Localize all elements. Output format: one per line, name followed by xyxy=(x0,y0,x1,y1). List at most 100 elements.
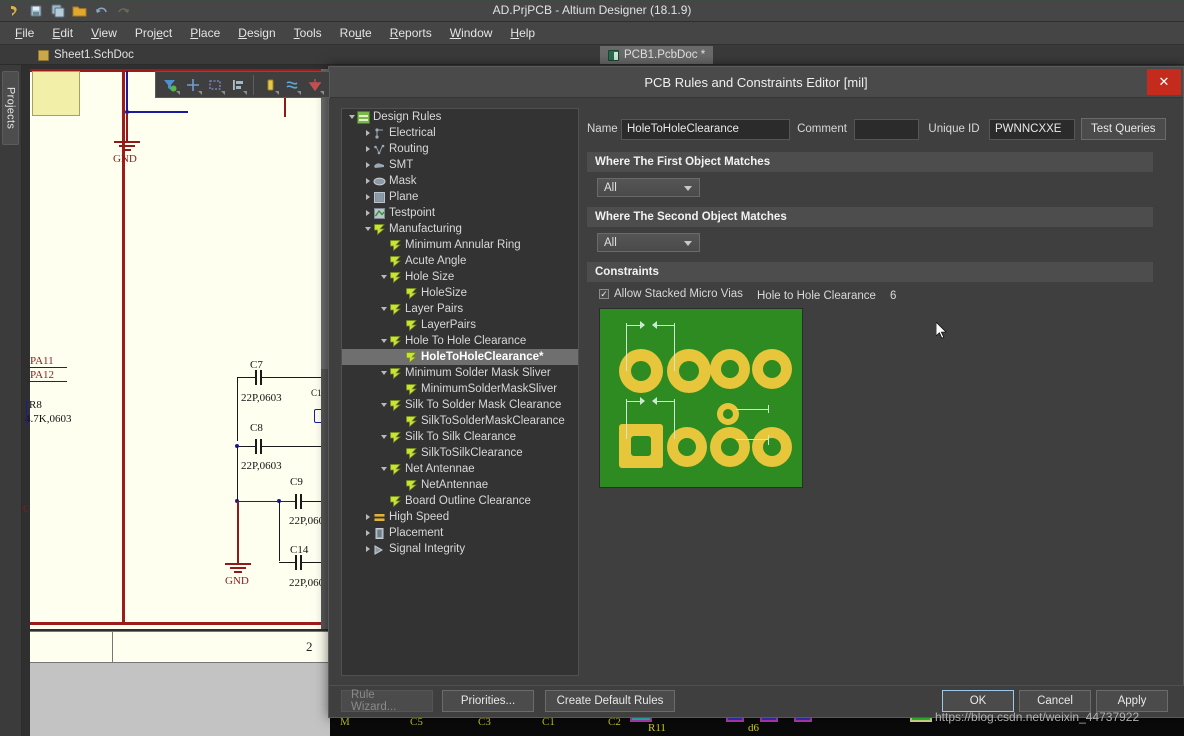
tree-item-minimum-annular-ring[interactable]: Minimum Annular Ring xyxy=(342,237,578,253)
tree-item-signal-integrity[interactable]: Signal Integrity xyxy=(342,541,578,557)
close-icon[interactable]: ✕ xyxy=(1147,69,1181,95)
chevron-down-icon[interactable] xyxy=(378,333,389,349)
menu-help[interactable]: Help xyxy=(501,23,544,43)
tree-item-acute-angle[interactable]: Acute Angle xyxy=(342,253,578,269)
tree-item-label: MinimumSolderMaskSliver xyxy=(421,383,557,395)
menu-route[interactable]: Route xyxy=(331,23,381,43)
select-filter-icon[interactable] xyxy=(160,74,181,96)
rules-tree[interactable]: Design RulesElectricalRouting SMT MaskPlan… xyxy=(341,108,579,676)
rule-comment-input[interactable] xyxy=(854,119,919,140)
tree-item-holetoholeclearance[interactable]: HoleToHoleClearance* xyxy=(342,349,578,365)
test-queries-button[interactable]: Test Queries xyxy=(1081,118,1166,140)
select-area-icon[interactable] xyxy=(205,74,226,96)
tree-item-hole-size[interactable]: Hole Size xyxy=(342,269,578,285)
tree-item-mask[interactable]: Mask xyxy=(342,173,578,189)
tree-item-layer-pairs[interactable]: Layer Pairs xyxy=(342,301,578,317)
menu-file[interactable]: File xyxy=(6,23,43,43)
tree-item-hole-to-hole-clearance[interactable]: Hole To Hole Clearance xyxy=(342,333,578,349)
unique-id-input[interactable]: PWNNCXXE xyxy=(989,119,1075,140)
tree-item-plane[interactable]: Plane xyxy=(342,189,578,205)
place-component-icon[interactable] xyxy=(259,74,280,96)
tree-item-silktosoldermaskclearance[interactable]: SilkToSolderMaskClearance xyxy=(342,413,578,429)
tree-item-minimum-solder-mask-sliver[interactable]: Minimum Solder Mask Sliver xyxy=(342,365,578,381)
menu-tools[interactable]: Tools xyxy=(285,23,331,43)
second-object-scope-value: All xyxy=(604,237,617,249)
routing-icon xyxy=(373,143,386,156)
chevron-down-icon[interactable] xyxy=(378,365,389,381)
tab-sheet1-schdoc[interactable]: Sheet1.SchDoc xyxy=(30,46,142,64)
tree-item-design-rules[interactable]: Design Rules xyxy=(342,109,578,125)
tree-item-silktosilkclearance[interactable]: SilkToSilkClearance xyxy=(342,445,578,461)
align-icon[interactable] xyxy=(228,74,249,96)
place-gnd-icon[interactable] xyxy=(304,74,325,96)
dimension-line xyxy=(656,325,674,326)
schematic-editor-canvas[interactable]: GND PA11 PA12 R8 4.7K,0603 GND C7 22P,06… xyxy=(22,65,330,736)
tree-item-label: SMT xyxy=(389,159,413,171)
chevron-right-icon[interactable] xyxy=(362,509,373,525)
tree-item-placement[interactable]: Placement xyxy=(342,525,578,541)
chevron-down-icon[interactable] xyxy=(378,429,389,445)
chevron-right-icon[interactable] xyxy=(362,541,373,557)
chevron-right-icon[interactable] xyxy=(362,525,373,541)
tree-item-electrical[interactable]: Electrical xyxy=(342,125,578,141)
hole-to-hole-clearance-value[interactable]: 6 xyxy=(890,290,896,302)
apply-button[interactable]: Apply xyxy=(1096,690,1168,712)
menu-reports[interactable]: Reports xyxy=(381,23,441,43)
title-accent-strip xyxy=(0,0,1184,2)
chevron-right-icon[interactable] xyxy=(362,205,373,221)
chevron-down-icon[interactable] xyxy=(378,269,389,285)
tree-item-silk-to-solder-mask-clearance[interactable]: Silk To Solder Mask Clearance xyxy=(342,397,578,413)
tree-item-smt[interactable]: SMT xyxy=(342,157,578,173)
sidebar-tab-projects[interactable]: Projects xyxy=(2,71,19,145)
chevron-right-icon[interactable] xyxy=(362,189,373,205)
schematic-outside-area xyxy=(30,663,330,736)
menu-edit[interactable]: Edit xyxy=(43,23,82,43)
rule-wizard-button[interactable]: Rule Wizard... xyxy=(341,690,433,712)
tree-item-minimumsoldermasksliver[interactable]: MinimumSolderMaskSliver xyxy=(342,381,578,397)
tree-item-routing[interactable]: Routing xyxy=(342,141,578,157)
priorities-button[interactable]: Priorities... xyxy=(442,690,534,712)
electrical-icon xyxy=(373,127,386,140)
place-wire-icon[interactable] xyxy=(282,74,303,96)
chevron-right-icon[interactable] xyxy=(362,173,373,189)
chevron-down-icon[interactable] xyxy=(378,397,389,413)
rule-name-input[interactable]: HoleToHoleClearance xyxy=(621,119,790,140)
pcb-doc-icon xyxy=(608,50,619,61)
menu-view[interactable]: View xyxy=(82,23,126,43)
chevron-down-icon[interactable] xyxy=(346,109,357,125)
menu-place[interactable]: Place xyxy=(181,23,229,43)
cancel-button[interactable]: Cancel xyxy=(1019,690,1091,712)
ok-button[interactable]: OK xyxy=(942,690,1014,712)
second-object-scope-select[interactable]: All xyxy=(597,233,700,252)
menu-design[interactable]: Design xyxy=(229,23,284,43)
second-object-header: Where The Second Object Matches xyxy=(587,207,1153,227)
tree-item-high-speed[interactable]: High Speed xyxy=(342,509,578,525)
menu-project[interactable]: Project xyxy=(126,23,181,43)
chevron-down-icon[interactable] xyxy=(378,301,389,317)
rule-flag-icon xyxy=(389,463,402,476)
chevron-right-icon[interactable] xyxy=(362,125,373,141)
tree-item-holesize[interactable]: HoleSize xyxy=(342,285,578,301)
place-crosshair-icon[interactable] xyxy=(183,74,204,96)
first-object-scope-select[interactable]: All xyxy=(597,178,700,197)
tree-item-manufacturing[interactable]: Manufacturing xyxy=(342,221,578,237)
menu-bar: File Edit View Project Place Design Tool… xyxy=(0,22,1184,45)
wire-segment xyxy=(237,446,238,502)
allow-stacked-micro-vias-checkbox[interactable]: ✓ xyxy=(599,289,609,299)
chevron-right-icon[interactable] xyxy=(362,141,373,157)
menu-window[interactable]: Window xyxy=(441,23,502,43)
chevron-down-icon[interactable] xyxy=(378,461,389,477)
chevron-down-icon[interactable] xyxy=(362,221,373,237)
tree-item-board-outline-clearance[interactable]: Board Outline Clearance xyxy=(342,493,578,509)
tab-pcb1-pcbdoc[interactable]: PCB1.PcbDoc * xyxy=(600,46,713,64)
tree-item-silk-to-silk-clearance[interactable]: Silk To Silk Clearance xyxy=(342,429,578,445)
tree-item-testpoint[interactable]: Testpoint xyxy=(342,205,578,221)
chevron-right-icon[interactable] xyxy=(362,157,373,173)
rule-flag-icon xyxy=(405,319,418,332)
create-default-rules-button[interactable]: Create Default Rules xyxy=(545,690,675,712)
rule-flag-icon xyxy=(405,383,418,396)
tree-item-netantennae[interactable]: NetAntennae xyxy=(342,477,578,493)
tree-item-net-antennae[interactable]: Net Antennae xyxy=(342,461,578,477)
tree-item-layerpairs[interactable]: LayerPairs xyxy=(342,317,578,333)
toolbar-separator xyxy=(253,75,254,95)
